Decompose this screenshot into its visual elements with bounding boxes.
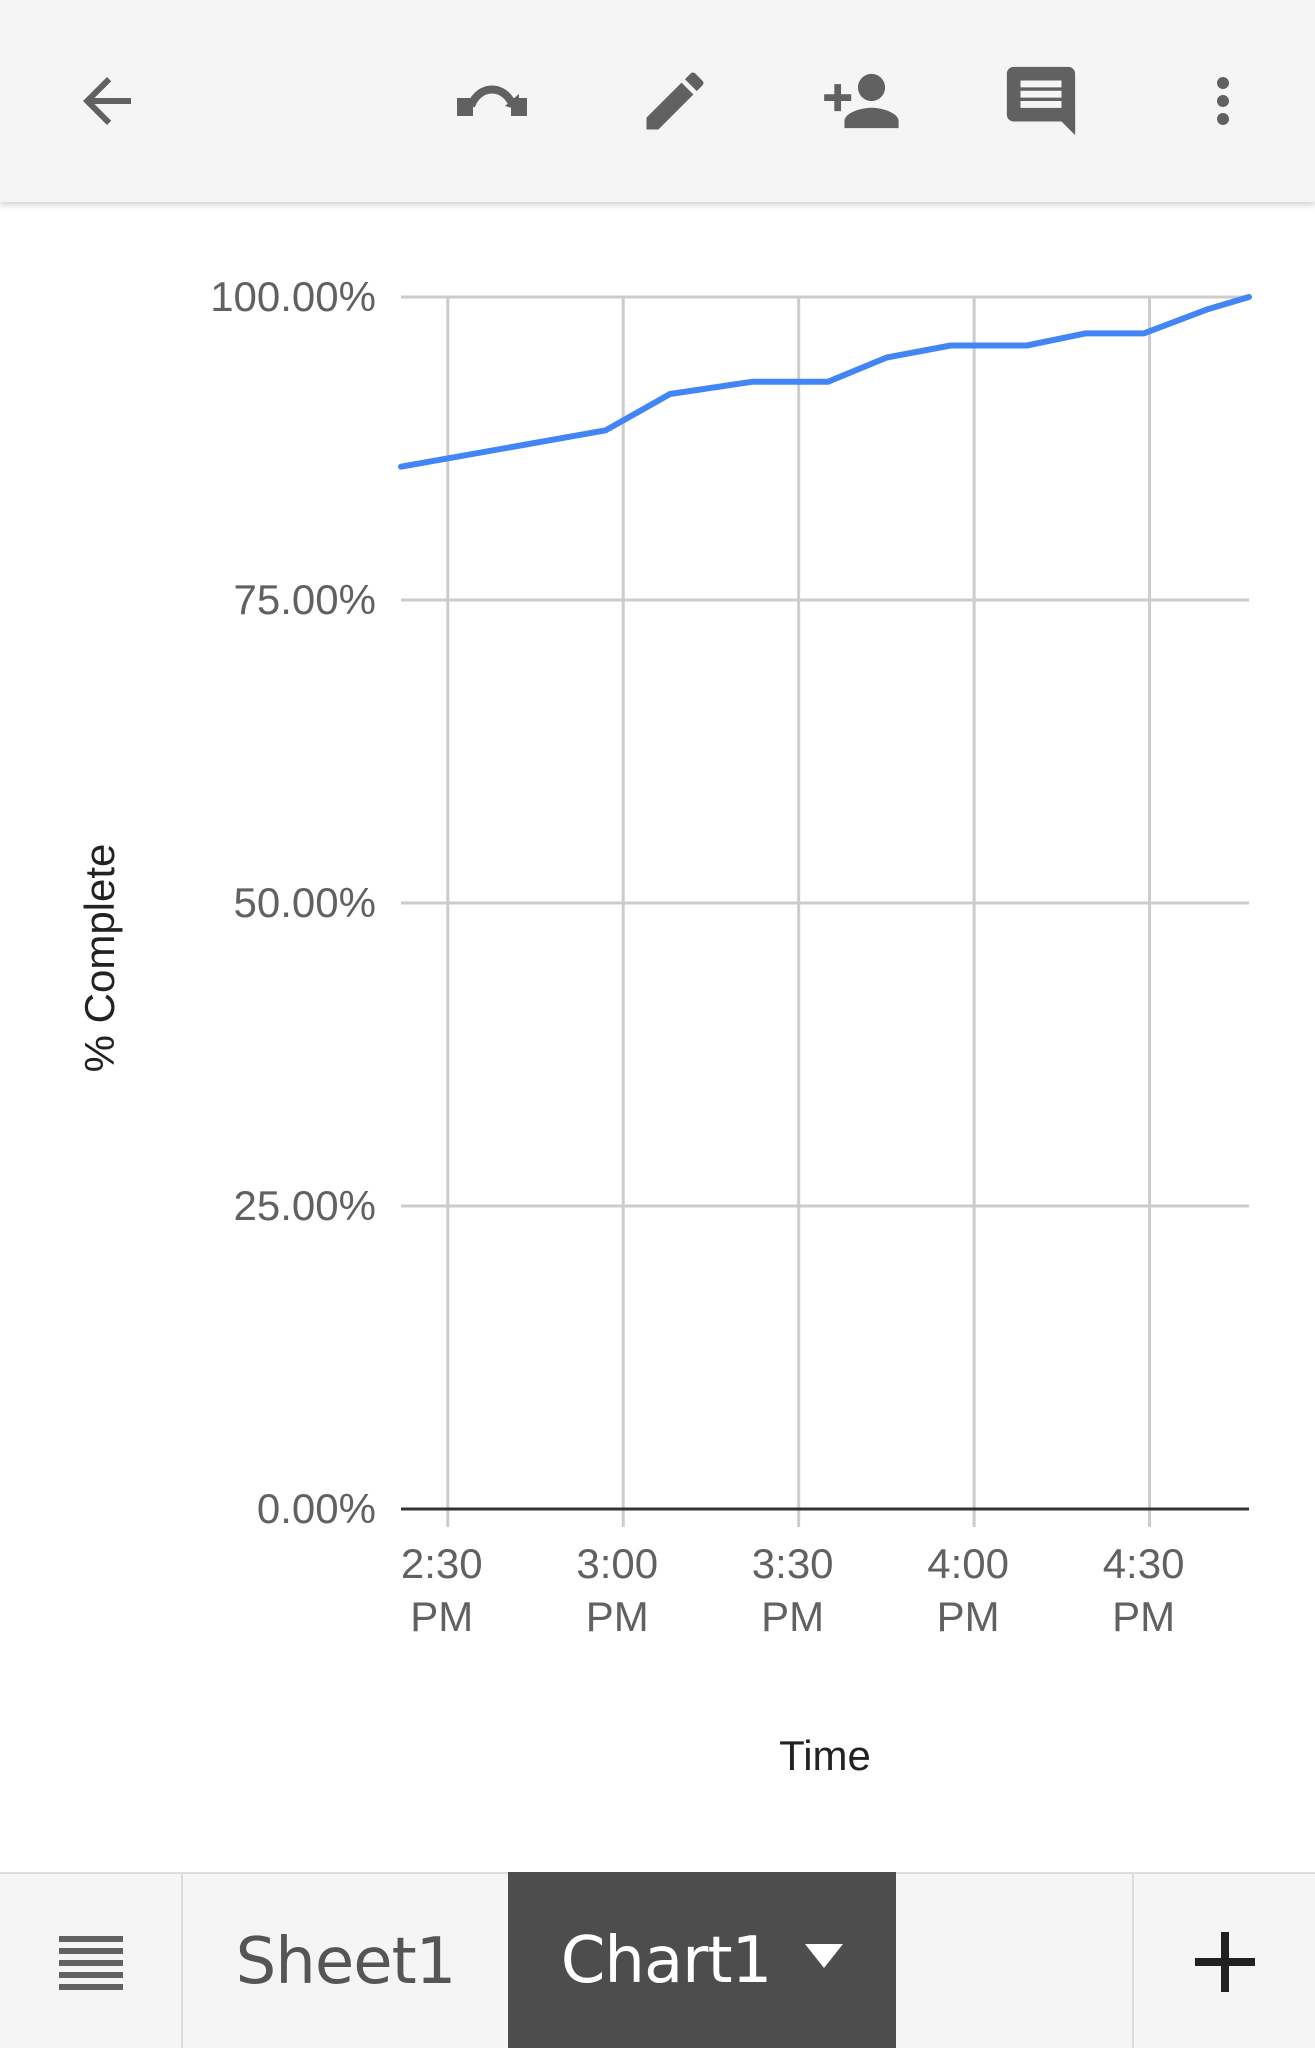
add-person-icon bbox=[824, 73, 899, 129]
tab-chart1-label: Chart1 bbox=[560, 1924, 773, 1998]
series-line bbox=[398, 294, 1252, 470]
tab-dropdown-icon[interactable] bbox=[805, 1944, 844, 1968]
back-arrow-icon bbox=[83, 77, 131, 125]
y-tick-label: 25.00% bbox=[234, 1182, 376, 1229]
tab-sheet1[interactable]: Sheet1 bbox=[183, 1874, 508, 2048]
all-sheets-button[interactable] bbox=[0, 1874, 183, 2048]
tab-chart1[interactable]: Chart1 bbox=[508, 1872, 896, 2048]
x-axis-title: Time bbox=[779, 1732, 871, 1779]
more-options-button[interactable] bbox=[1168, 46, 1278, 156]
y-tick-label: 50.00% bbox=[234, 879, 376, 926]
comment-icon bbox=[1006, 66, 1076, 136]
top-toolbar bbox=[0, 0, 1315, 202]
x-tick-label: 2:30 bbox=[401, 1540, 483, 1587]
y-tick-label: 0.00% bbox=[257, 1485, 376, 1532]
line-chart: 0.00% 25.00% 50.00% 75.00% 100.00% 2:30 PM 3:00… bbox=[76, 273, 1252, 1779]
share-button[interactable] bbox=[803, 46, 913, 156]
add-sheet-button[interactable] bbox=[1132, 1874, 1315, 2048]
x-tick-label-ampm: PM bbox=[937, 1593, 1000, 1640]
chart-area[interactable]: 0.00% 25.00% 50.00% 75.00% 100.00% 2:30 PM 3:00… bbox=[0, 202, 1315, 1868]
x-tick-label-ampm: PM bbox=[410, 1593, 473, 1640]
x-tick-label: 4:30 bbox=[1103, 1540, 1185, 1587]
sheet-tab-bar: Sheet1 Chart1 bbox=[0, 1872, 1315, 2048]
pencil-icon bbox=[646, 72, 704, 130]
back-button[interactable] bbox=[52, 46, 162, 156]
edit-mode-icon bbox=[457, 85, 527, 116]
x-tick-label-ampm: PM bbox=[761, 1593, 824, 1640]
y-tick-label: 100.00% bbox=[210, 273, 376, 320]
comments-button[interactable] bbox=[986, 46, 1096, 156]
x-tick-label: 4:00 bbox=[927, 1540, 1009, 1587]
x-tick-label: 3:00 bbox=[576, 1540, 658, 1587]
x-tick-label-ampm: PM bbox=[1112, 1593, 1175, 1640]
edit-mode-button[interactable] bbox=[437, 46, 547, 156]
y-tick-label: 75.00% bbox=[234, 576, 376, 623]
y-axis-title: % Complete bbox=[76, 844, 123, 1073]
edit-button[interactable] bbox=[620, 46, 730, 156]
tab-sheet1-label: Sheet1 bbox=[235, 1925, 457, 1999]
plus-icon bbox=[1194, 1932, 1255, 1992]
list-menu-icon bbox=[58, 1936, 123, 1990]
x-tick-label-ampm: PM bbox=[586, 1593, 649, 1640]
more-vert-icon bbox=[1217, 77, 1229, 125]
x-tick-label: 3:30 bbox=[752, 1540, 834, 1587]
